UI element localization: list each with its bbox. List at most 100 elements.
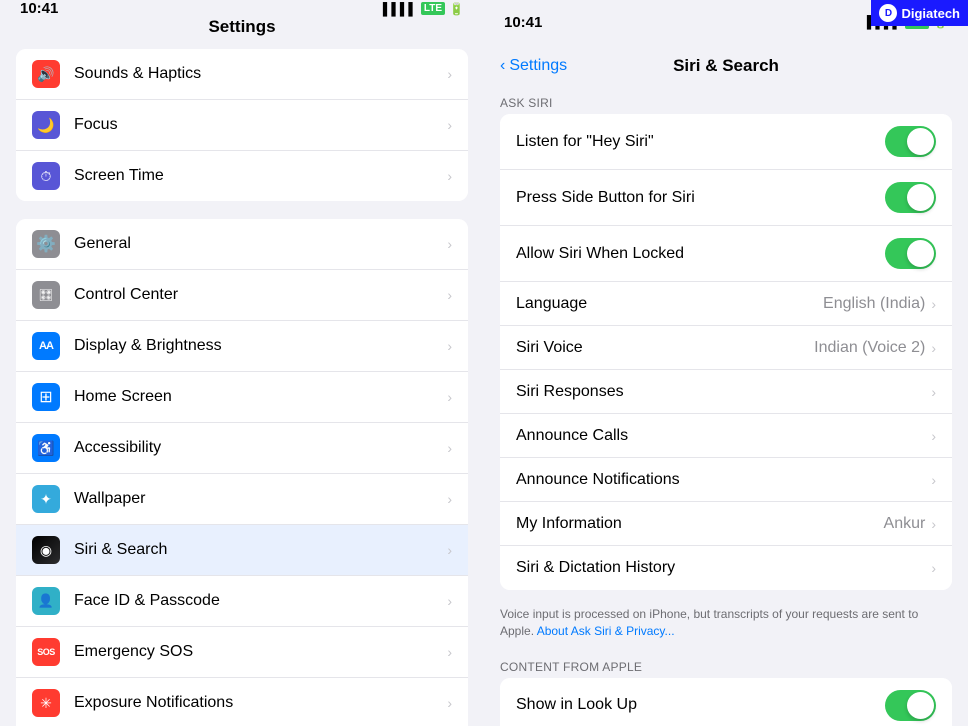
- side-button-toggle[interactable]: [885, 182, 936, 213]
- detail-row-language[interactable]: Language English (India) ›: [500, 282, 952, 326]
- detail-row-announce-calls[interactable]: Announce Calls ›: [500, 414, 952, 458]
- nav-bar: ‹ Settings Siri & Search: [484, 44, 968, 88]
- exposure-icon: ✳: [32, 689, 60, 717]
- side-button-label: Press Side Button for Siri: [516, 189, 885, 207]
- settings-row-screentime[interactable]: ⏱ Screen Time ›: [16, 151, 468, 201]
- display-chevron: ›: [447, 338, 452, 354]
- settings-list: 🔊 Sounds & Haptics › 🌙 Focus › ⏱ Screen …: [0, 49, 484, 726]
- general-label: General: [74, 235, 447, 253]
- settings-row-display[interactable]: AA Display & Brightness ›: [16, 321, 468, 372]
- faceid-chevron: ›: [447, 593, 452, 609]
- settings-title: Settings: [208, 17, 275, 37]
- locked-toggle[interactable]: [885, 238, 936, 269]
- homescreen-chevron: ›: [447, 389, 452, 405]
- general-chevron: ›: [447, 236, 452, 252]
- ask-siri-privacy-link[interactable]: About Ask Siri & Privacy...: [537, 624, 675, 638]
- settings-row-focus[interactable]: 🌙 Focus ›: [16, 100, 468, 151]
- left-status-bar: 10:41 ▌▌▌▌ LTE 🔋: [0, 0, 484, 17]
- general-icon: ⚙️: [32, 230, 60, 258]
- siri-voice-label: Siri Voice: [516, 339, 814, 357]
- detail-row-hey-siri[interactable]: Listen for "Hey Siri": [500, 114, 952, 170]
- lte-badge: LTE: [421, 2, 445, 15]
- settings-group-1: 🔊 Sounds & Haptics › 🌙 Focus › ⏱ Screen …: [16, 49, 468, 201]
- exposure-chevron: ›: [447, 695, 452, 711]
- wallpaper-label: Wallpaper: [74, 490, 447, 508]
- content-apple-group: Show in Look Up Show in Spotlight: [500, 678, 952, 726]
- settings-row-homescreen[interactable]: ⊞ Home Screen ›: [16, 372, 468, 423]
- content-scroll[interactable]: ASK SIRI Listen for "Hey Siri" Press Sid…: [484, 88, 968, 726]
- detail-row-show-lookup[interactable]: Show in Look Up: [500, 678, 952, 726]
- left-status-icons: ▌▌▌▌ LTE 🔋: [383, 2, 464, 16]
- dictation-history-label: Siri & Dictation History: [516, 559, 931, 577]
- show-lookup-toggle[interactable]: [885, 690, 936, 721]
- left-time: 10:41: [20, 0, 58, 17]
- siri-responses-chevron: ›: [931, 384, 936, 400]
- hey-siri-toggle[interactable]: [885, 126, 936, 157]
- detail-row-locked[interactable]: Allow Siri When Locked: [500, 226, 952, 282]
- my-info-value: Ankur: [884, 515, 926, 533]
- detail-row-my-info[interactable]: My Information Ankur ›: [500, 502, 952, 546]
- battery-icon: 🔋: [449, 2, 464, 16]
- settings-group-2: ⚙️ General › 🎛 Control Center › AA Displ…: [16, 219, 468, 726]
- detail-row-dictation-history[interactable]: Siri & Dictation History ›: [500, 546, 952, 590]
- sounds-icon: 🔊: [32, 60, 60, 88]
- page-title: Siri & Search: [673, 56, 779, 76]
- back-chevron-icon: ‹: [500, 57, 505, 75]
- right-panel: D Digiatech 10:41 ▌▌▌▌ LTE 🔋 ‹ Settings …: [484, 0, 968, 726]
- homescreen-label: Home Screen: [74, 388, 447, 406]
- section-header-content-apple: CONTENT FROM APPLE: [484, 652, 968, 678]
- locked-label: Allow Siri When Locked: [516, 245, 885, 263]
- sos-icon: SOS: [32, 638, 60, 666]
- detail-row-siri-responses[interactable]: Siri Responses ›: [500, 370, 952, 414]
- right-time: 10:41: [504, 14, 542, 31]
- settings-row-accessibility[interactable]: ♿ Accessibility ›: [16, 423, 468, 474]
- sos-label: Emergency SOS: [74, 643, 447, 661]
- language-label: Language: [516, 295, 823, 313]
- section-header-ask-siri: ASK SIRI: [484, 88, 968, 114]
- exposure-label: Exposure Notifications: [74, 694, 447, 712]
- controlcenter-label: Control Center: [74, 286, 447, 304]
- display-icon: AA: [32, 332, 60, 360]
- my-info-chevron: ›: [931, 516, 936, 532]
- settings-row-siri[interactable]: ◉ Siri & Search ›: [16, 525, 468, 576]
- hey-siri-label: Listen for "Hey Siri": [516, 133, 885, 151]
- faceid-label: Face ID & Passcode: [74, 592, 447, 610]
- back-button[interactable]: ‹ Settings: [500, 57, 567, 75]
- homescreen-icon: ⊞: [32, 383, 60, 411]
- faceid-icon: 👤: [32, 587, 60, 615]
- display-label: Display & Brightness: [74, 337, 447, 355]
- screentime-icon: ⏱: [32, 162, 60, 190]
- controlcenter-icon: 🎛: [32, 281, 60, 309]
- wallpaper-chevron: ›: [447, 491, 452, 507]
- detail-row-siri-voice[interactable]: Siri Voice Indian (Voice 2) ›: [500, 326, 952, 370]
- screentime-chevron: ›: [447, 168, 452, 184]
- focus-icon: 🌙: [32, 111, 60, 139]
- controlcenter-chevron: ›: [447, 287, 452, 303]
- focus-chevron: ›: [447, 117, 452, 133]
- siri-icon: ◉: [32, 536, 60, 564]
- siri-responses-label: Siri Responses: [516, 383, 931, 401]
- sounds-label: Sounds & Haptics: [74, 65, 447, 83]
- back-label: Settings: [509, 57, 567, 75]
- screentime-label: Screen Time: [74, 167, 447, 185]
- digiatech-badge: D Digiatech: [871, 0, 968, 26]
- accessibility-label: Accessibility: [74, 439, 447, 457]
- language-chevron: ›: [931, 296, 936, 312]
- sounds-chevron: ›: [447, 66, 452, 82]
- settings-row-faceid[interactable]: 👤 Face ID & Passcode ›: [16, 576, 468, 627]
- settings-row-sounds[interactable]: 🔊 Sounds & Haptics ›: [16, 49, 468, 100]
- digiatech-text: Digiatech: [901, 6, 960, 21]
- detail-row-announce-notif[interactable]: Announce Notifications ›: [500, 458, 952, 502]
- signal-icon: ▌▌▌▌: [383, 2, 417, 16]
- detail-row-side-button[interactable]: Press Side Button for Siri: [500, 170, 952, 226]
- settings-row-exposure[interactable]: ✳ Exposure Notifications ›: [16, 678, 468, 726]
- settings-row-wallpaper[interactable]: ✦ Wallpaper ›: [16, 474, 468, 525]
- siri-voice-value: Indian (Voice 2): [814, 339, 925, 357]
- ask-siri-footnote: Voice input is processed on iPhone, but …: [484, 598, 968, 652]
- settings-row-sos[interactable]: SOS Emergency SOS ›: [16, 627, 468, 678]
- settings-row-general[interactable]: ⚙️ General ›: [16, 219, 468, 270]
- announce-calls-chevron: ›: [931, 428, 936, 444]
- left-panel: 10:41 ▌▌▌▌ LTE 🔋 Settings 🔊 Sounds & Hap…: [0, 0, 484, 726]
- siri-voice-chevron: ›: [931, 340, 936, 356]
- settings-row-controlcenter[interactable]: 🎛 Control Center ›: [16, 270, 468, 321]
